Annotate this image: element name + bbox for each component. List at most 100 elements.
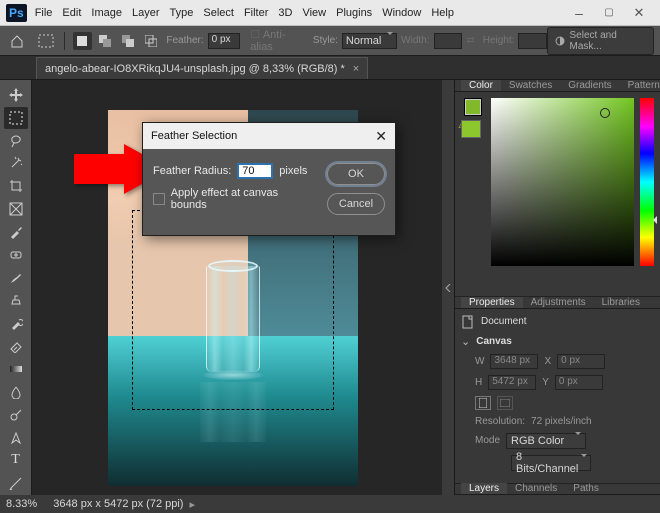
status-chevron-icon[interactable]: ▸ [189, 498, 195, 511]
gradient-tool[interactable] [4, 358, 28, 380]
brush-tool[interactable] [4, 267, 28, 289]
magic-wand-tool[interactable] [4, 152, 28, 174]
antialias-checkbox: ☐ Anti-alias [250, 28, 305, 53]
new-selection-mode[interactable] [73, 32, 92, 50]
tab-libraries[interactable]: Libraries [594, 297, 648, 308]
options-bar: Feather: 0 px ☐ Anti-alias Style: Normal… [0, 26, 660, 56]
add-selection-mode[interactable] [96, 32, 115, 50]
layers-panel-tabs: Layers Channels Paths [455, 483, 660, 495]
zoom-level[interactable]: 8.33% [6, 498, 37, 510]
feather-label: Feather: [166, 35, 203, 46]
path-tool[interactable] [4, 472, 28, 494]
canvas-width-field[interactable]: 3648 px [490, 354, 538, 369]
feather-radius-input[interactable]: 70 [237, 163, 273, 179]
tab-color[interactable]: Color [461, 80, 501, 91]
close-tab-icon[interactable]: × [353, 63, 359, 75]
feather-radius-label: Feather Radius: [153, 165, 231, 177]
selection-marquee [132, 210, 334, 410]
canvas-height-field[interactable]: 5472 px [488, 375, 536, 390]
tab-properties[interactable]: Properties [461, 297, 523, 308]
marquee-tool[interactable] [4, 107, 28, 129]
select-and-mask-button[interactable]: Select and Mask... [547, 27, 654, 55]
hue-slider[interactable] [640, 98, 654, 266]
orient-portrait-icon[interactable] [475, 396, 491, 410]
tab-channels[interactable]: Channels [507, 483, 565, 494]
menu-window[interactable]: Window [382, 7, 421, 19]
eyedropper-tool[interactable] [4, 221, 28, 243]
menu-plugins[interactable]: Plugins [336, 7, 372, 19]
document-tab-bar: angelo-abear-IO8XRikqJU4-unsplash.jpg @ … [0, 56, 660, 80]
menu-3d[interactable]: 3D [278, 7, 292, 19]
clone-stamp-tool[interactable] [4, 289, 28, 311]
tab-layers[interactable]: Layers [461, 483, 507, 494]
style-select[interactable]: Normal [342, 33, 397, 49]
maximize-button[interactable]: ▢ [594, 3, 624, 23]
menu-image[interactable]: Image [91, 7, 122, 19]
canvas-x-field[interactable]: 0 px [557, 354, 605, 369]
intersect-selection-mode[interactable] [141, 32, 160, 50]
apply-bounds-checkbox[interactable] [153, 193, 165, 205]
close-button[interactable]: ✕ [624, 3, 654, 23]
color-picker[interactable] [491, 98, 634, 266]
tool-bar: T [0, 80, 32, 495]
type-tool[interactable]: T [4, 449, 28, 471]
subtract-selection-mode[interactable] [119, 32, 138, 50]
menu-help[interactable]: Help [431, 7, 454, 19]
crop-tool[interactable] [4, 175, 28, 197]
resolution-value: 72 pixels/inch [531, 416, 592, 427]
document-icon [461, 315, 475, 329]
mode-label: Mode [475, 435, 500, 446]
document-tab[interactable]: angelo-abear-IO8XRikqJU4-unsplash.jpg @ … [36, 57, 368, 79]
dialog-close-icon[interactable]: ✕ [375, 128, 387, 145]
frame-tool[interactable] [4, 198, 28, 220]
dialog-title: Feather Selection [151, 130, 237, 142]
dialog-title-bar[interactable]: Feather Selection ✕ [143, 123, 395, 149]
dodge-tool[interactable] [4, 404, 28, 426]
feather-radius-unit: pixels [279, 165, 307, 177]
history-brush-tool[interactable] [4, 312, 28, 334]
home-icon[interactable] [8, 32, 27, 50]
blur-tool[interactable] [4, 381, 28, 403]
ps-logo-icon: Ps [6, 4, 27, 22]
menu-layer[interactable]: Layer [132, 7, 160, 19]
pen-tool[interactable] [4, 426, 28, 448]
tab-adjustments[interactable]: Adjustments [523, 297, 594, 308]
canvas-y-field[interactable]: 0 px [555, 375, 603, 390]
menu-select[interactable]: Select [203, 7, 234, 19]
move-tool[interactable] [4, 84, 28, 106]
eraser-tool[interactable] [4, 335, 28, 357]
tab-gradients[interactable]: Gradients [560, 80, 619, 91]
menu-bar: File Edit Image Layer Type Select Filter 3D View… [35, 7, 464, 19]
apply-bounds-label: Apply effect at canvas bounds [171, 187, 313, 211]
properties-doc-label: Document [481, 316, 527, 327]
feather-field[interactable]: 0 px [208, 33, 241, 49]
color-panel: ⚠ [455, 92, 660, 296]
bits-select[interactable]: 8 Bits/Channel [511, 455, 591, 471]
mode-select[interactable]: RGB Color [506, 433, 586, 449]
menu-filter[interactable]: Filter [244, 7, 268, 19]
menu-view[interactable]: View [302, 7, 326, 19]
mask-icon [554, 35, 565, 47]
tab-patterns[interactable]: Patterns [620, 80, 660, 91]
feather-selection-dialog: Feather Selection ✕ Feather Radius: 70 p… [142, 122, 396, 236]
width-field [434, 33, 463, 49]
picker-cursor-icon [600, 108, 610, 118]
menu-type[interactable]: Type [170, 7, 194, 19]
marquee-tool-badge[interactable] [37, 32, 56, 50]
tab-paths[interactable]: Paths [565, 483, 607, 494]
document-dimensions: 3648 px x 5472 px (72 ppi) [53, 498, 183, 510]
menu-edit[interactable]: Edit [62, 7, 81, 19]
menu-file[interactable]: File [35, 7, 53, 19]
cancel-button[interactable]: Cancel [327, 193, 385, 215]
minimize-button[interactable]: – [564, 3, 594, 23]
fg-bg-swatch[interactable]: ⚠ [461, 98, 485, 138]
ok-button[interactable]: OK [327, 163, 385, 185]
resolution-label: Resolution: [475, 416, 525, 427]
canvas-area[interactable]: Feather Selection ✕ Feather Radius: 70 p… [32, 80, 442, 495]
panel-collapse-strip[interactable] [442, 80, 454, 495]
tab-swatches[interactable]: Swatches [501, 80, 560, 91]
healing-tool[interactable] [4, 244, 28, 266]
lasso-tool[interactable] [4, 130, 28, 152]
orient-landscape-icon[interactable] [497, 396, 513, 410]
chevron-down-icon[interactable]: ⌄ [461, 335, 470, 348]
